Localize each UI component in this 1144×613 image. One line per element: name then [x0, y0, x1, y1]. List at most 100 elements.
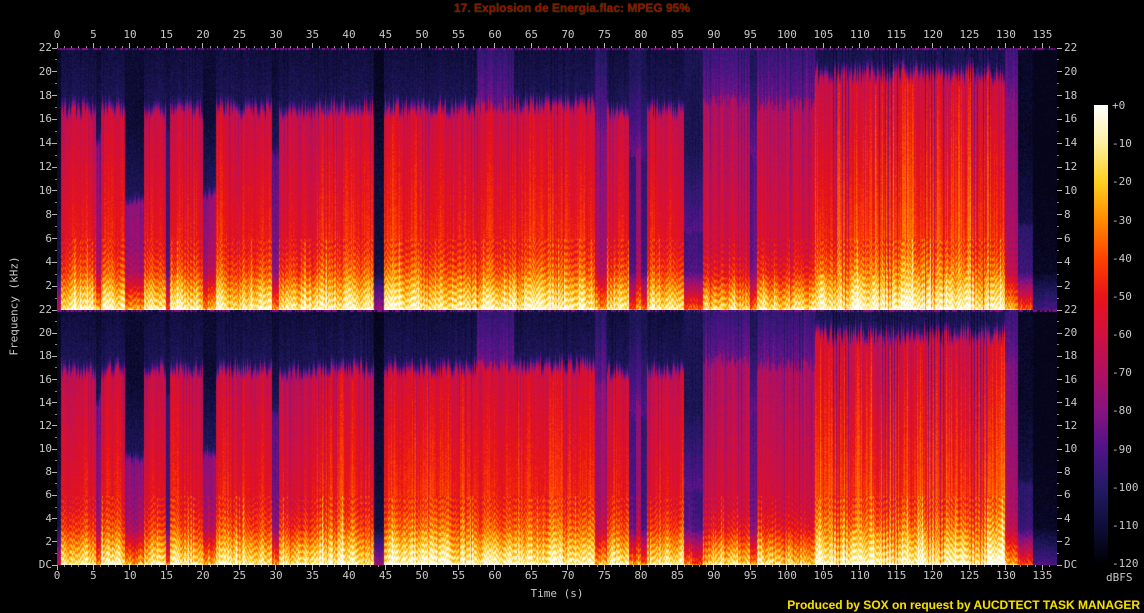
time-tick — [85, 46, 87, 48]
freq-tick-label: 20 — [1064, 64, 1078, 78]
time-tick — [779, 46, 781, 48]
time-tick — [983, 565, 985, 567]
time-tick — [976, 46, 978, 48]
time-tick — [370, 565, 372, 567]
time-tick — [903, 46, 905, 48]
time-tick — [603, 43, 605, 48]
time-tick — [779, 565, 781, 567]
time-tick — [275, 43, 277, 48]
time-tick — [735, 46, 737, 48]
time-tick — [852, 46, 854, 48]
freq-tick — [1057, 332, 1062, 334]
freq-tick — [1057, 249, 1059, 251]
time-tick-label: 135 — [1032, 569, 1053, 582]
time-tick-label: 110 — [849, 28, 870, 41]
time-tick — [187, 46, 189, 48]
time-tick — [1012, 46, 1014, 48]
freq-tick — [52, 95, 57, 97]
freq-tick-label: 16 — [1064, 372, 1078, 386]
time-tick — [268, 565, 270, 567]
time-tick — [684, 565, 686, 567]
time-tick-label: 55 — [451, 569, 466, 582]
freq-tick — [1057, 166, 1062, 168]
freq-tick — [1057, 83, 1059, 85]
freq-tick-label: DC — [1064, 558, 1078, 571]
freq-tick — [52, 309, 57, 311]
time-tick — [428, 565, 430, 567]
freq-tick-label: 14 — [1064, 136, 1078, 150]
freq-tick — [52, 285, 57, 287]
time-tick — [363, 46, 365, 48]
time-tick-label: 120 — [922, 569, 943, 582]
time-tick — [990, 565, 992, 567]
time-tick — [1034, 565, 1036, 567]
time-tick — [859, 43, 861, 48]
time-tick — [662, 46, 664, 48]
freq-tick — [52, 425, 57, 427]
time-tick — [786, 43, 788, 48]
time-tick — [348, 43, 350, 48]
time-tick-label: 125 — [959, 569, 980, 582]
freq-tick — [1057, 47, 1062, 49]
time-tick — [246, 46, 248, 48]
time-tick-label: 120 — [922, 28, 943, 41]
freq-tick-label: 18 — [38, 349, 52, 363]
time-tick — [85, 565, 87, 567]
time-tick — [333, 565, 335, 567]
freq-tick — [55, 367, 57, 369]
time-tick — [282, 46, 284, 48]
freq-tick-label: 22 — [1064, 303, 1078, 316]
time-tick — [100, 565, 102, 567]
time-tick — [808, 565, 810, 567]
time-tick — [217, 565, 219, 567]
time-tick — [706, 46, 708, 48]
time-tick — [764, 565, 766, 567]
time-tick — [968, 43, 970, 48]
time-tick — [319, 46, 321, 48]
time-tick — [238, 43, 240, 48]
freq-tick-label: 16 — [1064, 112, 1078, 126]
time-tick — [384, 43, 386, 48]
time-tick — [801, 565, 803, 567]
freq-tick — [55, 202, 57, 204]
freq-tick-label: 10 — [38, 183, 52, 197]
time-tick-label: 100 — [776, 28, 797, 41]
time-tick-label: 80 — [634, 569, 648, 582]
time-tick — [479, 565, 481, 567]
time-tick — [757, 565, 759, 567]
freq-tick — [1057, 413, 1059, 415]
time-tick — [297, 565, 299, 567]
time-tick — [939, 565, 941, 567]
time-tick — [370, 46, 372, 48]
freq-tick — [1057, 355, 1062, 357]
freq-tick-label: 6 — [1064, 231, 1071, 245]
time-tick — [793, 565, 795, 567]
time-tick — [363, 565, 365, 567]
time-tick — [903, 565, 905, 567]
time-tick — [231, 565, 233, 567]
freq-tick — [1057, 390, 1059, 392]
time-tick — [231, 46, 233, 48]
time-tick — [961, 565, 963, 567]
time-tick — [895, 43, 897, 48]
time-tick-label: 130 — [995, 28, 1016, 41]
time-tick — [341, 46, 343, 48]
time-tick — [976, 565, 978, 567]
footer-credit: Produced by SOX on request by AUCDTECT T… — [787, 598, 1140, 612]
time-tick-label: 65 — [524, 28, 539, 41]
time-tick — [530, 43, 532, 48]
time-tick-label: 20 — [196, 28, 210, 41]
time-tick — [399, 46, 401, 48]
freq-tick — [1057, 297, 1059, 299]
freq-tick-label: 8 — [1064, 465, 1071, 479]
time-tick-label: 70 — [561, 28, 575, 41]
time-tick — [253, 565, 255, 567]
time-tick — [377, 565, 379, 567]
time-tick — [443, 46, 445, 48]
time-tick — [501, 46, 503, 48]
time-tick — [92, 43, 94, 48]
time-tick — [822, 43, 824, 48]
freq-tick — [52, 261, 57, 263]
time-tick — [545, 565, 547, 567]
time-tick-label: 5 — [90, 569, 97, 582]
